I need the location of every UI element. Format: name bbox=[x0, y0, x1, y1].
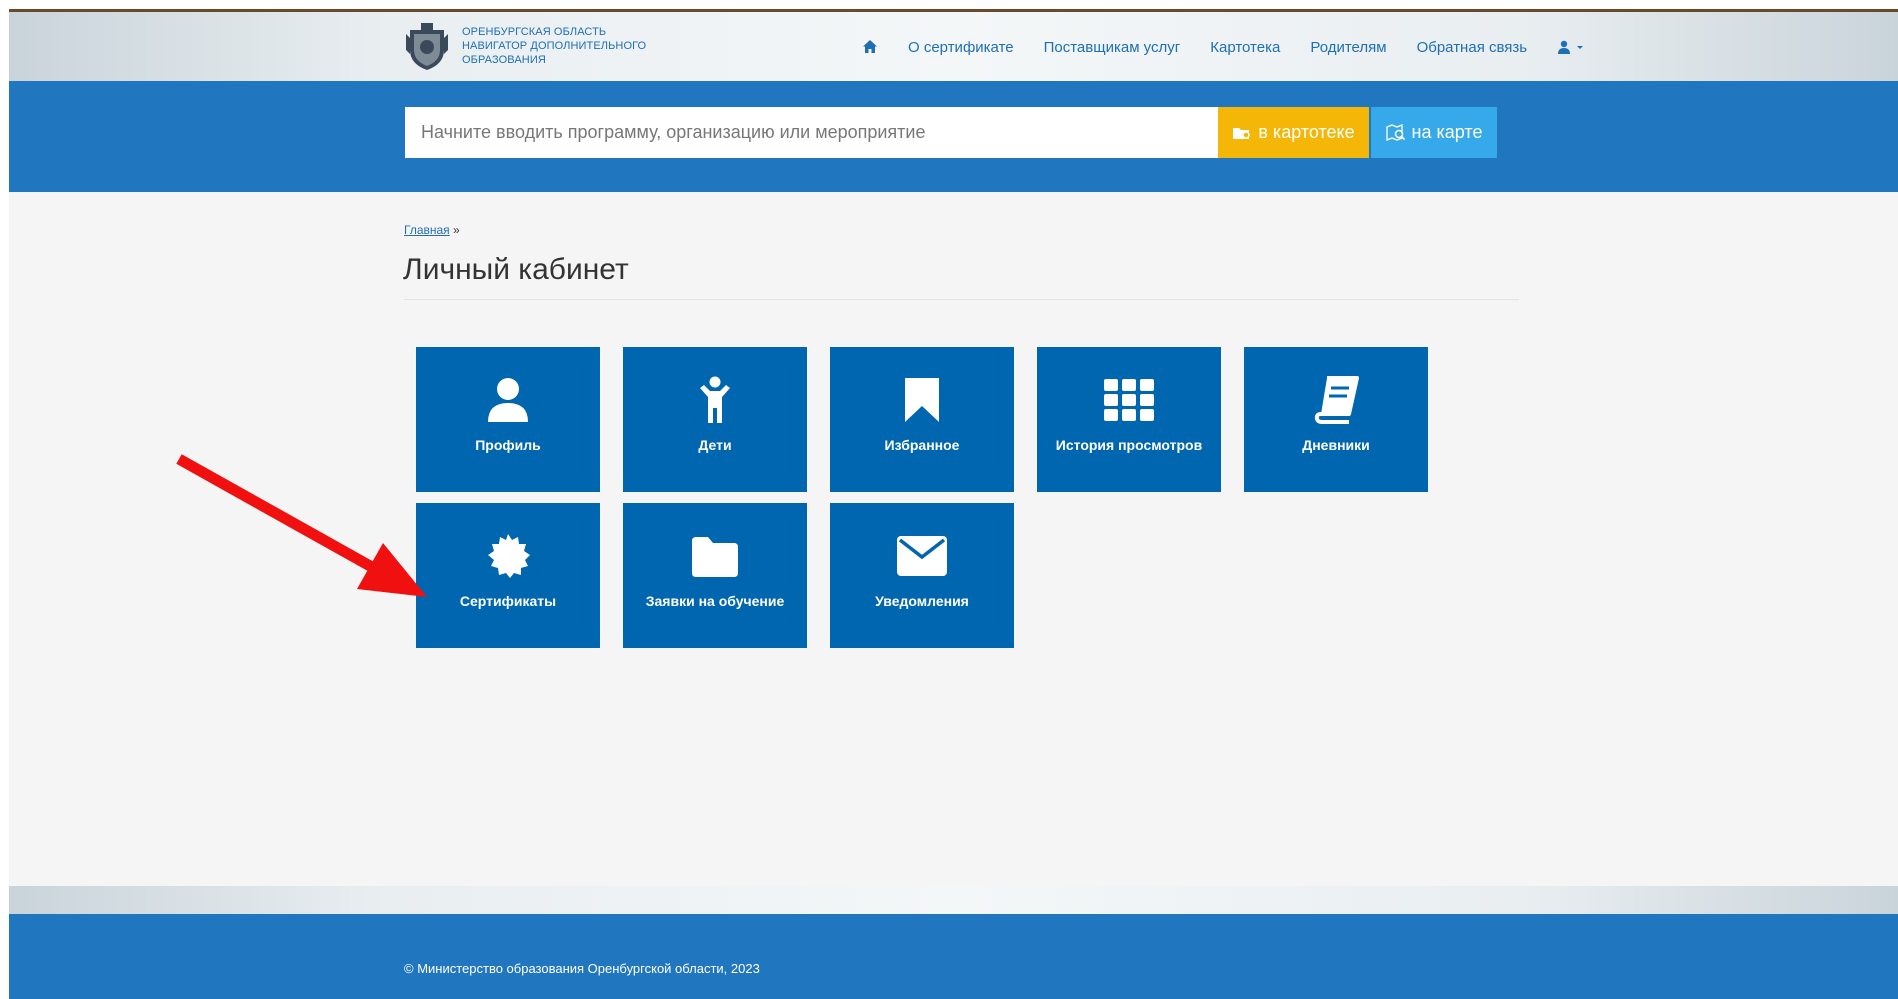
user-menu[interactable] bbox=[1557, 40, 1585, 54]
tile-children[interactable]: Дети bbox=[623, 347, 807, 492]
search-map-label: на карте bbox=[1411, 122, 1483, 142]
tile-applications[interactable]: Заявки на обучение bbox=[623, 503, 807, 648]
tile-label: Дети bbox=[698, 437, 732, 453]
brand-line: НАВИГАТОР ДОПОЛНИТЕЛЬНОГО bbox=[462, 40, 647, 52]
user-icon bbox=[1558, 40, 1571, 54]
breadcrumb: Главная » bbox=[404, 223, 460, 237]
search-band: в картотеке на карте bbox=[9, 81, 1898, 192]
footer-strip bbox=[9, 886, 1898, 914]
page: ОРЕНБУРГСКАЯ ОБЛАСТЬ НАВИГАТОР ДОПОЛНИТЕ… bbox=[9, 9, 1898, 999]
tile-diaries[interactable]: Дневники bbox=[1244, 347, 1428, 492]
tile-profile[interactable]: Профиль bbox=[416, 347, 600, 492]
breadcrumb-separator: » bbox=[453, 223, 460, 237]
book-icon bbox=[1314, 376, 1359, 424]
folder-search-icon bbox=[1232, 125, 1252, 141]
coat-of-arms-icon bbox=[406, 23, 448, 70]
tile-label: Уведомления bbox=[875, 593, 969, 609]
tile-label: Избранное bbox=[884, 437, 960, 453]
tile-notifications[interactable]: Уведомления bbox=[830, 503, 1014, 648]
breadcrumb-home-link[interactable]: Главная bbox=[404, 223, 450, 237]
certificate-icon bbox=[488, 534, 530, 578]
brand-line: ОРЕНБУРГСКАЯ ОБЛАСТЬ bbox=[462, 26, 607, 38]
map-search-icon bbox=[1385, 123, 1406, 142]
grid-icon bbox=[1104, 379, 1154, 421]
folder-icon bbox=[692, 537, 738, 577]
main-nav: О сертификате Поставщикам услуг Картотек… bbox=[862, 15, 1585, 79]
child-icon bbox=[700, 376, 730, 423]
search-catalog-button[interactable]: в картотеке bbox=[1218, 107, 1369, 158]
caret-down-icon bbox=[1577, 46, 1584, 49]
tile-label: Сертификаты bbox=[459, 593, 557, 609]
title-divider bbox=[404, 299, 1519, 300]
brand-title: ОРЕНБУРГСКАЯ ОБЛАСТЬ НАВИГАТОР ДОПОЛНИТЕ… bbox=[462, 25, 646, 67]
tile-label: Заявки на обучение bbox=[645, 593, 785, 609]
search-map-button[interactable]: на карте bbox=[1371, 107, 1497, 158]
nav-link-certificate[interactable]: О сертификате bbox=[908, 39, 1014, 56]
navbar: ОРЕНБУРГСКАЯ ОБЛАСТЬ НАВИГАТОР ДОПОЛНИТЕ… bbox=[9, 12, 1898, 81]
search-catalog-label: в картотеке bbox=[1258, 122, 1355, 142]
tile-label: Профиль bbox=[475, 437, 541, 453]
tile-history[interactable]: История просмотров bbox=[1037, 347, 1221, 492]
tile-favorites[interactable]: Избранное bbox=[830, 347, 1014, 492]
envelope-icon bbox=[897, 536, 947, 576]
page-title: Личный кабинет bbox=[403, 253, 629, 286]
tile-label: Дневники bbox=[1302, 437, 1370, 453]
tile-certificates[interactable]: Сертификаты bbox=[416, 503, 600, 648]
footer: © Министерство образования Оренбургской … bbox=[9, 914, 1898, 999]
brand-logo[interactable]: ОРЕНБУРГСКАЯ ОБЛАСТЬ НАВИГАТОР ДОПОЛНИТЕ… bbox=[404, 18, 646, 74]
tile-label: История просмотров bbox=[1055, 437, 1203, 453]
home-icon[interactable] bbox=[862, 39, 878, 55]
search-input[interactable] bbox=[405, 107, 1218, 158]
brand-line: ОБРАЗОВАНИЯ bbox=[462, 54, 546, 66]
bookmark-icon bbox=[905, 378, 939, 422]
nav-link-catalog[interactable]: Картотека bbox=[1210, 39, 1280, 56]
red-arrow-annotation bbox=[176, 454, 427, 597]
footer-copyright: © Министерство образования Оренбургской … bbox=[404, 961, 760, 976]
nav-link-providers[interactable]: Поставщикам услуг bbox=[1044, 39, 1181, 56]
nav-link-parents[interactable]: Родителям bbox=[1310, 39, 1386, 56]
user-icon bbox=[488, 378, 528, 422]
nav-link-feedback[interactable]: Обратная связь bbox=[1417, 39, 1528, 56]
